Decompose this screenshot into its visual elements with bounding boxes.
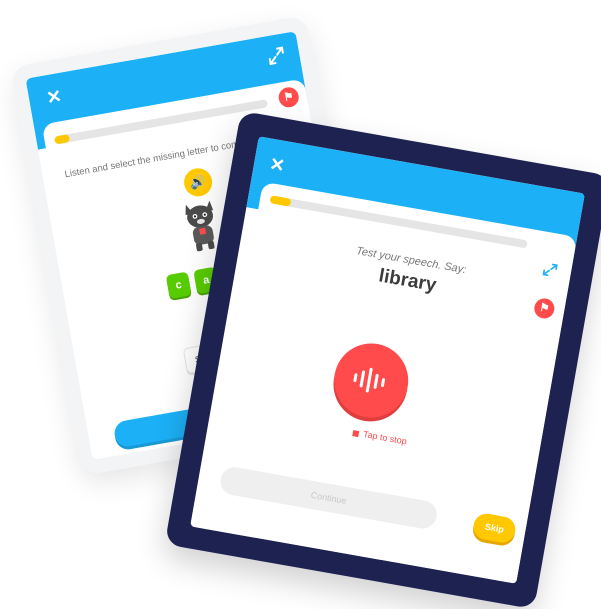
- tap-to-stop-label: Tap to stop: [362, 428, 408, 447]
- microphone-waveform-icon: [353, 367, 386, 393]
- front-lesson-card: ⚑ Test your speech. Say: library Tap to …: [201, 181, 578, 584]
- close-icon[interactable]: ✕: [41, 84, 66, 109]
- skip-button[interactable]: Skip: [471, 511, 518, 545]
- flag-icon[interactable]: ⚑: [277, 85, 301, 109]
- stop-icon: [352, 429, 360, 437]
- front-tablet: ✕ ⚑ Test your speech. Say: library Tap t…: [164, 110, 601, 609]
- continue-button[interactable]: Continue: [218, 465, 439, 531]
- letter-slot: c: [165, 271, 192, 299]
- progress-fill: [269, 195, 292, 207]
- front-tablet-screen: ✕ ⚑ Test your speech. Say: library Tap t…: [190, 136, 585, 584]
- expand-icon[interactable]: [264, 43, 289, 68]
- microphone-button[interactable]: [328, 337, 415, 424]
- progress-fill: [53, 134, 71, 145]
- speaker-icon[interactable]: 🔊: [181, 166, 215, 199]
- close-icon[interactable]: ✕: [264, 152, 289, 177]
